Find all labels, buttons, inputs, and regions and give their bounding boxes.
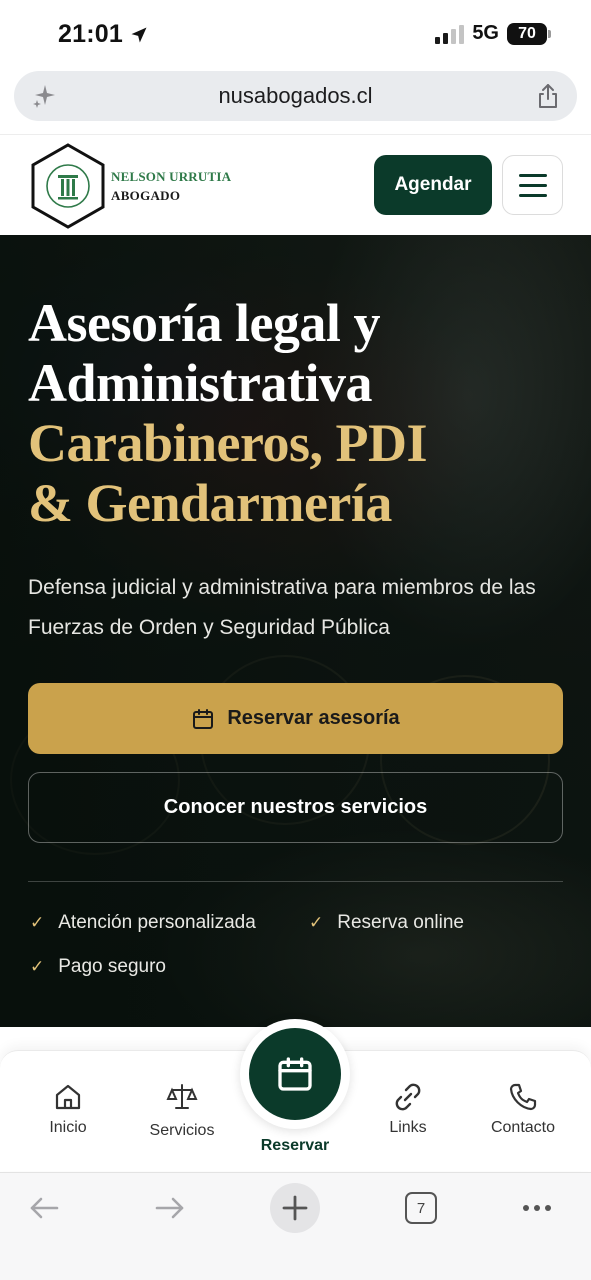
check-icon: ✓ (309, 913, 324, 932)
battery-icon: 70 (507, 22, 551, 45)
check-icon: ✓ (30, 913, 45, 932)
url-text[interactable]: nusabogados.cl (14, 83, 577, 109)
home-icon (55, 1084, 81, 1110)
site-header: NELSON URRUTIA ABOGADO Agendar (0, 134, 591, 235)
hero-description: Defensa judicial y administrativa para m… (28, 576, 536, 639)
tab-reservar-label[interactable]: Reservar (240, 1137, 350, 1155)
conocer-servicios-button[interactable]: Conocer nuestros servicios (28, 772, 563, 843)
forward-button[interactable] (145, 1183, 195, 1233)
hero-section: Asesoría legal y Administrativa Carabine… (0, 235, 591, 1027)
check-icon: ✓ (30, 957, 45, 976)
status-time: 21:01 (58, 20, 149, 49)
signal-icon (435, 24, 465, 44)
network-label: 5G (472, 22, 499, 44)
calendar-icon (278, 1057, 312, 1091)
location-arrow-icon (131, 27, 147, 42)
feature-item: ✓ Atención personalizada (30, 912, 256, 933)
phone-icon (509, 1083, 537, 1111)
hero-title: Asesoría legal y Administrativa Carabine… (28, 293, 428, 533)
agendar-button[interactable]: Agendar (374, 155, 492, 215)
scales-icon (166, 1084, 198, 1109)
hamburger-icon (518, 173, 547, 177)
feature-item: ✓ Pago seguro (30, 956, 166, 977)
new-tab-button[interactable] (270, 1183, 320, 1233)
tab-inicio[interactable]: Inicio (42, 1081, 94, 1137)
back-button[interactable] (19, 1183, 69, 1233)
more-dots-icon (523, 1205, 551, 1211)
reservar-asesoria-button[interactable]: Reservar asesoría (28, 683, 563, 754)
brand-name[interactable]: NELSON URRUTIA (111, 169, 231, 185)
browser-toolbar: 7 (0, 1172, 591, 1280)
plus-icon (282, 1195, 308, 1221)
hero-divider (28, 881, 563, 882)
tab-contacto[interactable]: Contacto (482, 1081, 564, 1137)
feature-item: ✓ Reserva online (309, 912, 464, 933)
tab-reservar[interactable] (240, 1019, 350, 1129)
tab-servicios[interactable]: Servicios (140, 1081, 224, 1140)
tab-links[interactable]: Links (378, 1081, 438, 1137)
arrow-right-icon (155, 1197, 184, 1219)
status-bar: 21:01 5G 70 (0, 0, 591, 68)
share-icon[interactable] (535, 82, 561, 110)
calendar-icon (193, 708, 214, 729)
brand-subtitle[interactable]: ABOGADO (111, 188, 180, 204)
hamburger-menu-button[interactable] (502, 155, 563, 215)
status-indicators: 5G 70 (435, 22, 551, 45)
logo-icon[interactable] (29, 142, 107, 230)
arrow-left-icon (30, 1197, 59, 1219)
more-button[interactable] (512, 1183, 562, 1233)
tabs-count: 7 (405, 1192, 437, 1224)
url-bar[interactable]: nusabogados.cl (14, 71, 577, 121)
link-icon (395, 1083, 421, 1111)
tabs-button[interactable]: 7 (396, 1183, 446, 1233)
